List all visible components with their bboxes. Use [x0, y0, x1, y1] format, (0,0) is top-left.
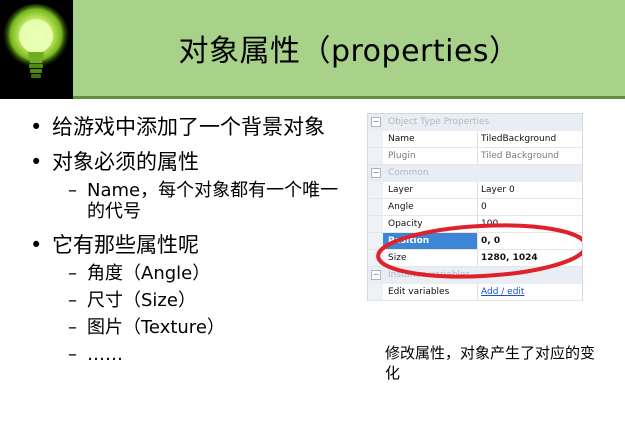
sub-bullet-text: Name，每个对象都有一个唯一的代号 — [87, 180, 339, 222]
sub-bullet-dash: – — [68, 317, 77, 338]
property-value[interactable]: Layer 0 — [481, 185, 515, 195]
sub-bullet-dash: – — [68, 344, 77, 365]
section-label: Common — [388, 168, 429, 178]
property-value[interactable]: TiledBackground — [481, 134, 556, 144]
sub-bullet-text: 尺寸（Size） — [87, 290, 196, 311]
property-row-edit-variables[interactable]: Edit variables Add / edit — [368, 284, 582, 301]
property-row-layer[interactable]: Layer Layer 0 — [368, 182, 582, 199]
bullet-item: • 对象必须的属性 – Name，每个对象都有一个唯一的代号 — [30, 150, 350, 223]
bullet-item: • 它有那些属性呢 – 角度（Angle） – 尺寸（Size） – 图片（Te… — [30, 233, 350, 366]
collapse-icon[interactable]: − — [371, 270, 381, 280]
lightbulb-logo — [0, 0, 73, 99]
lightbulb-icon — [2, 4, 70, 78]
bullet-dot: • — [30, 115, 43, 139]
bullet-text: 它有那些属性呢 — [52, 233, 199, 257]
property-label: Name — [388, 134, 415, 144]
sub-bullet-text: 图片（Texture） — [87, 317, 225, 338]
collapse-icon[interactable]: − — [371, 117, 381, 127]
section-label: Instance variables — [388, 270, 471, 280]
property-value[interactable]: 100 — [481, 219, 498, 229]
section-object-type-properties[interactable]: − Object Type Properties — [368, 114, 582, 131]
sub-bullet-item: – 尺寸（Size） — [30, 290, 350, 311]
section-common[interactable]: − Common — [368, 165, 582, 182]
property-row-plugin: Plugin Tiled Background — [368, 148, 582, 165]
property-label: Layer — [388, 185, 414, 195]
caption-text: 修改属性，对象产生了对应的变化 — [385, 344, 596, 382]
section-label: Object Type Properties — [388, 117, 490, 127]
property-label: Position — [388, 236, 430, 246]
bullet-text: 给游戏中添加了一个背景对象 — [52, 115, 325, 139]
sub-bullet-item: – Name，每个对象都有一个唯一的代号 — [30, 180, 350, 222]
add-edit-link[interactable]: Add / edit — [481, 287, 524, 297]
bullet-text: 对象必须的属性 — [52, 150, 199, 174]
bullet-list: • 给游戏中添加了一个背景对象 • 对象必须的属性 – Name，每个对象都有一… — [30, 116, 350, 377]
sub-bullet-item: – 图片（Texture） — [30, 317, 350, 338]
property-row-size[interactable]: Size 1280, 1024 — [368, 250, 582, 267]
property-row-angle[interactable]: Angle 0 — [368, 199, 582, 216]
bullet-dot: • — [30, 150, 43, 174]
sub-bullet-text: 角度（Angle） — [87, 263, 211, 284]
section-instance-variables[interactable]: − Instance variables — [368, 267, 582, 284]
properties-panel-screenshot: − Object Type Properties Name TiledBackg… — [367, 113, 583, 301]
sub-bullet-text: …… — [87, 344, 123, 365]
property-label: Angle — [388, 202, 414, 212]
bullet-item: • 给游戏中添加了一个背景对象 — [30, 116, 350, 139]
sub-bullet-dash: – — [68, 180, 77, 201]
slide-header: 对象属性（properties） — [0, 0, 625, 99]
property-label: Plugin — [388, 151, 416, 161]
property-row-name[interactable]: Name TiledBackground — [368, 131, 582, 148]
sub-bullet-item: – …… — [30, 344, 350, 365]
property-value[interactable]: 0, 0 — [481, 236, 500, 246]
bullet-dot: • — [30, 233, 43, 257]
property-value: Tiled Background — [481, 151, 560, 161]
collapse-icon[interactable]: − — [371, 168, 381, 178]
property-label: Opacity — [388, 219, 423, 229]
sub-bullet-dash: – — [68, 290, 77, 311]
property-label: Edit variables — [388, 287, 450, 297]
slide-title: 对象属性（properties） — [178, 34, 520, 69]
property-value[interactable]: 0 — [481, 202, 487, 212]
property-row-opacity[interactable]: Opacity 100 — [368, 216, 582, 233]
property-value[interactable]: 1280, 1024 — [481, 253, 538, 263]
property-label: Size — [388, 253, 407, 263]
sub-bullet-item: – 角度（Angle） — [30, 263, 350, 284]
property-row-position[interactable]: Position 0, 0 — [368, 233, 582, 250]
sub-bullet-dash: – — [68, 263, 77, 284]
